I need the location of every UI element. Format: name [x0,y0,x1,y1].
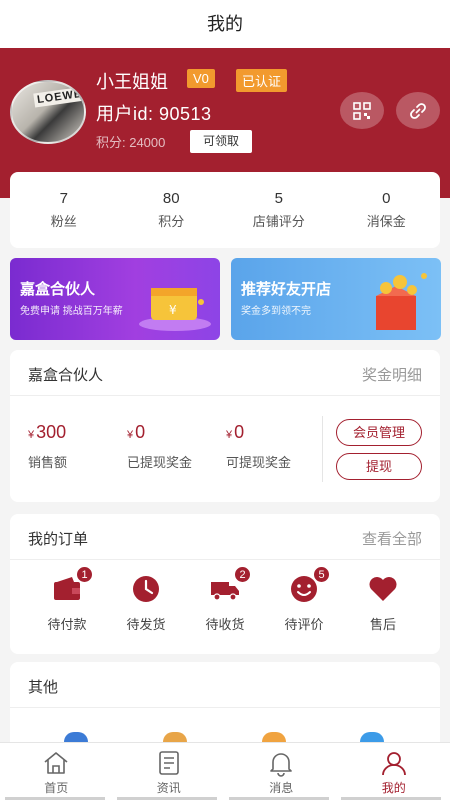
order-pending-receipt[interactable]: 2 待收货 [195,566,255,633]
order-pending-payment[interactable]: 1 待付款 [37,566,97,633]
stat-store-rating[interactable]: 5 店铺评分 [225,172,333,248]
stat-label: 消保金 [366,214,406,229]
refer-friend-banner[interactable]: 推荐好友开店 奖金多到领不完 [231,258,441,340]
stat-value: 5 [274,190,283,207]
svg-text:¥: ¥ [169,303,177,317]
stat-label: 粉丝 [50,214,77,229]
heart-icon [368,574,398,604]
bell-icon [267,749,295,777]
order-label: 待发货 [126,617,166,632]
stat-deposit[interactable]: 0 消保金 [333,172,441,248]
stat-label: 积分 [158,214,185,229]
orders-card-header: 我的订单 查看全部 [10,514,440,560]
amount-value: 0 [135,422,146,442]
bonus-detail-link[interactable]: 奖金明细 [362,364,422,385]
partner-title: 嘉盒合伙人 [28,367,104,384]
withdrawn-amount: ¥0 [127,422,145,443]
order-count-badge: 1 [76,566,93,583]
stat-value: 0 [382,190,391,207]
stats-bar: 7 粉丝 80 积分 5 店铺评分 0 消保金 [10,172,440,248]
amount-label: 可提现奖金 [226,455,292,470]
member-manage-button[interactable]: 会员管理 [336,419,422,446]
user-id: 用户id: 90513 [96,104,212,124]
news-icon [155,749,183,777]
tab-label: 我的 [381,781,406,795]
share-link-button[interactable] [396,92,440,129]
truck-icon: 2 [210,566,251,604]
stat-points[interactable]: 80 积分 [118,172,226,248]
qr-code-button[interactable] [340,92,384,129]
verified-badge: 已认证 [236,69,288,92]
order-count-badge: 2 [234,566,251,583]
order-pending-shipment[interactable]: 待发货 [116,574,176,633]
partner-card: 嘉盒合伙人 奖金明细 ¥300 销售额 ¥0 已提现奖金 ¥0 可提现奖金 会员… [10,350,440,502]
currency-symbol: ¥ [28,429,35,441]
divider [322,416,323,482]
order-pending-review[interactable]: 5 待评价 [274,566,334,633]
clock-icon [131,574,161,604]
tab-messages[interactable]: 消息 [225,743,338,800]
banner-subtitle: 免费申请 挑战百万年薪 [20,306,123,317]
amount-label: 销售额 [28,455,68,470]
wallet-icon: 1 [52,566,93,604]
level-badge: V0 [187,69,215,88]
home-icon [42,749,70,777]
bottom-tab-bar: 首页 资讯 消息 我的 [0,742,450,800]
amount-value: 0 [234,422,245,442]
avatar[interactable]: LOEWE [10,80,86,144]
avatar-logo-text: LOEWE [33,86,84,108]
banner-subtitle: 奖金多到领不完 [241,306,311,317]
gift-icon[interactable] [163,732,187,742]
tab-label: 消息 [269,781,294,795]
page-title: 我的 [0,0,450,48]
withdrawable-amount: ¥0 [226,422,244,443]
stat-value: 80 [162,190,180,207]
tab-news[interactable]: 资讯 [113,743,226,800]
tab-label: 资讯 [156,781,181,795]
claim-button[interactable]: 可领取 [190,130,252,153]
gift-box-illustration: ¥ [139,288,211,331]
withdraw-button[interactable]: 提现 [336,453,422,480]
other-title: 其他 [28,679,59,696]
order-label: 待收货 [205,617,245,632]
stat-value: 7 [59,190,68,207]
service-icon[interactable] [64,732,88,742]
username: 小王姐姐 [96,72,168,92]
other-icons-row [10,732,440,742]
stat-fans[interactable]: 7 粉丝 [10,172,118,248]
orders-title: 我的订单 [28,531,89,548]
amount-value: 300 [36,422,67,442]
smile-icon: 5 [289,566,330,604]
user-icon [380,749,408,777]
currency-symbol: ¥ [226,429,233,441]
orders-card: 我的订单 查看全部 1 待付款 待发货 2 待收货 5 待评价 售后 [10,514,440,654]
stat-label: 店铺评分 [252,214,305,229]
points-text: 积分: 24000 [96,135,166,150]
currency-symbol: ¥ [127,429,134,441]
red-gift-box-illustration [376,273,427,330]
sales-amount: ¥300 [28,422,66,443]
amount-label: 已提现奖金 [127,455,193,470]
banner-title: 嘉盒合伙人 [20,281,96,298]
order-label: 待付款 [47,617,87,632]
tab-label: 首页 [44,781,69,795]
qr-code-icon [353,101,371,120]
order-label: 待评价 [284,617,324,632]
view-all-orders-link[interactable]: 查看全部 [362,528,422,549]
partner-banner[interactable]: 嘉盒合伙人 免费申请 挑战百万年薪 ¥ [10,258,220,340]
globe-icon[interactable] [360,732,384,742]
tab-home[interactable]: 首页 [0,743,113,800]
other-card-header: 其他 [10,662,440,708]
partner-card-header: 嘉盒合伙人 奖金明细 [10,350,440,396]
shield-icon[interactable] [262,732,286,742]
order-count-badge: 5 [313,566,330,583]
order-label: 售后 [369,617,396,632]
banner-title: 推荐好友开店 [241,281,332,298]
order-after-sales[interactable]: 售后 [353,574,413,633]
tab-mine[interactable]: 我的 [338,743,450,800]
link-icon [410,102,426,119]
